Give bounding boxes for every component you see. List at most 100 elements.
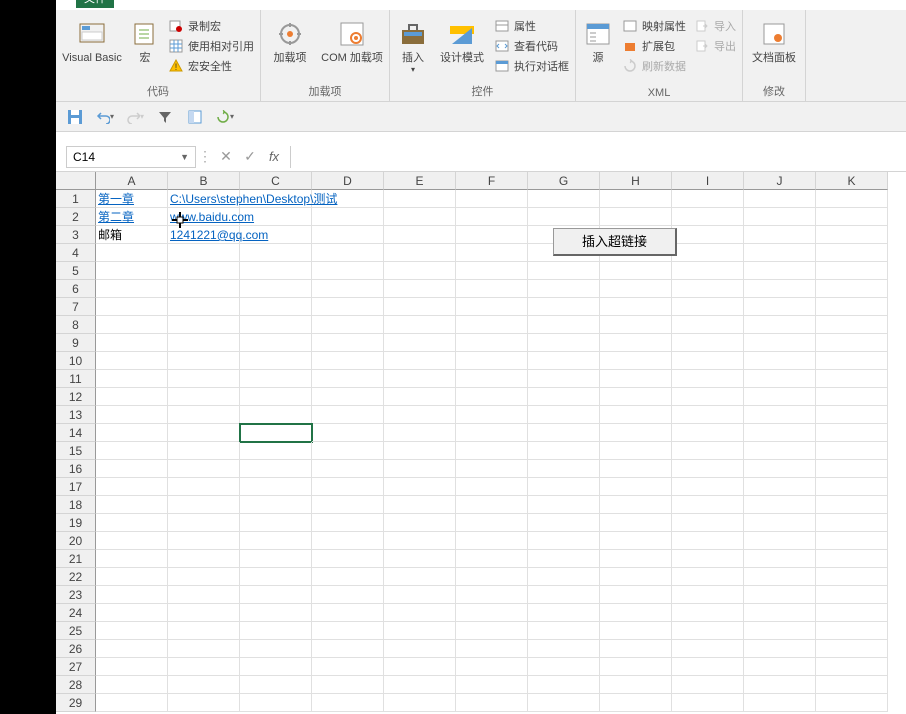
- row-header[interactable]: 18: [56, 496, 96, 514]
- cell[interactable]: [600, 370, 672, 388]
- cell[interactable]: [312, 424, 384, 442]
- cell[interactable]: [528, 568, 600, 586]
- cell[interactable]: [744, 352, 816, 370]
- cell[interactable]: [600, 478, 672, 496]
- cell[interactable]: [744, 190, 816, 208]
- cell[interactable]: [528, 370, 600, 388]
- cell[interactable]: [168, 622, 240, 640]
- cell[interactable]: [312, 478, 384, 496]
- cell[interactable]: [456, 676, 528, 694]
- import-button[interactable]: 导入: [692, 16, 738, 36]
- cell[interactable]: [600, 640, 672, 658]
- cell[interactable]: [744, 496, 816, 514]
- cell[interactable]: [96, 496, 168, 514]
- cell[interactable]: [816, 298, 888, 316]
- cell[interactable]: [168, 406, 240, 424]
- cell[interactable]: [168, 280, 240, 298]
- cell[interactable]: [240, 424, 312, 442]
- cell[interactable]: [312, 262, 384, 280]
- cell[interactable]: [168, 334, 240, 352]
- cell[interactable]: [456, 622, 528, 640]
- cell[interactable]: [240, 568, 312, 586]
- cell[interactable]: [816, 316, 888, 334]
- cell[interactable]: [384, 370, 456, 388]
- cell[interactable]: [672, 586, 744, 604]
- expansion-button[interactable]: 扩展包: [620, 36, 688, 56]
- cell[interactable]: [816, 280, 888, 298]
- cell[interactable]: [96, 586, 168, 604]
- cell[interactable]: [744, 334, 816, 352]
- cell[interactable]: [312, 244, 384, 262]
- cell[interactable]: [240, 676, 312, 694]
- cell[interactable]: [600, 460, 672, 478]
- cell[interactable]: [384, 388, 456, 406]
- cell[interactable]: [168, 244, 240, 262]
- row-header[interactable]: 23: [56, 586, 96, 604]
- cell[interactable]: [816, 532, 888, 550]
- cell[interactable]: [816, 514, 888, 532]
- cell[interactable]: [744, 460, 816, 478]
- insert-hyperlink-button[interactable]: 插入超链接: [553, 228, 677, 256]
- cell[interactable]: [672, 496, 744, 514]
- cell[interactable]: [672, 370, 744, 388]
- cell[interactable]: [672, 622, 744, 640]
- cell[interactable]: [96, 262, 168, 280]
- cell[interactable]: [96, 370, 168, 388]
- cell[interactable]: [816, 244, 888, 262]
- cell[interactable]: [528, 550, 600, 568]
- cell[interactable]: [168, 676, 240, 694]
- row-header[interactable]: 27: [56, 658, 96, 676]
- cell[interactable]: [816, 352, 888, 370]
- cell[interactable]: [600, 280, 672, 298]
- cell[interactable]: [312, 334, 384, 352]
- formula-input[interactable]: [290, 146, 906, 168]
- cell[interactable]: [384, 244, 456, 262]
- cell[interactable]: [672, 568, 744, 586]
- cell[interactable]: [600, 388, 672, 406]
- cell[interactable]: [96, 640, 168, 658]
- row-header[interactable]: 9: [56, 334, 96, 352]
- cell[interactable]: [528, 208, 600, 226]
- row-header[interactable]: 15: [56, 442, 96, 460]
- cell[interactable]: [528, 352, 600, 370]
- cells-area[interactable]: 插入超链接 第一章C:\Users\stephen\Desktop\测试第二章w…: [96, 190, 888, 712]
- cell[interactable]: [528, 334, 600, 352]
- cell[interactable]: [168, 370, 240, 388]
- cell[interactable]: [600, 190, 672, 208]
- cell[interactable]: [384, 550, 456, 568]
- cell[interactable]: [600, 298, 672, 316]
- cell[interactable]: [744, 226, 816, 244]
- spreadsheet-grid[interactable]: ABCDEFGHIJK 1234567891011121314151617181…: [56, 172, 906, 712]
- cell[interactable]: [384, 604, 456, 622]
- cell[interactable]: [240, 622, 312, 640]
- cell[interactable]: [528, 424, 600, 442]
- cell[interactable]: 1241221@qq.com: [168, 226, 240, 244]
- cell[interactable]: [456, 514, 528, 532]
- cell[interactable]: [744, 298, 816, 316]
- cell[interactable]: [384, 316, 456, 334]
- cell[interactable]: [312, 406, 384, 424]
- cell[interactable]: [456, 442, 528, 460]
- cell[interactable]: 邮箱: [96, 226, 168, 244]
- cell[interactable]: [528, 262, 600, 280]
- cell[interactable]: [312, 640, 384, 658]
- cell[interactable]: C:\Users\stephen\Desktop\测试: [168, 190, 240, 208]
- cell[interactable]: [528, 586, 600, 604]
- map-props-button[interactable]: 映射属性: [620, 16, 688, 36]
- cell[interactable]: [456, 298, 528, 316]
- row-header[interactable]: 4: [56, 244, 96, 262]
- row-header[interactable]: 25: [56, 622, 96, 640]
- cell[interactable]: [456, 640, 528, 658]
- cell[interactable]: [168, 658, 240, 676]
- cell[interactable]: [672, 334, 744, 352]
- cell[interactable]: [456, 226, 528, 244]
- cell[interactable]: [96, 244, 168, 262]
- cell[interactable]: [744, 316, 816, 334]
- addins-button[interactable]: 加载项: [265, 16, 315, 65]
- cell[interactable]: [96, 298, 168, 316]
- column-header[interactable]: J: [744, 172, 816, 190]
- cell[interactable]: [240, 370, 312, 388]
- cell[interactable]: [384, 694, 456, 712]
- cell[interactable]: [528, 658, 600, 676]
- cell[interactable]: [96, 316, 168, 334]
